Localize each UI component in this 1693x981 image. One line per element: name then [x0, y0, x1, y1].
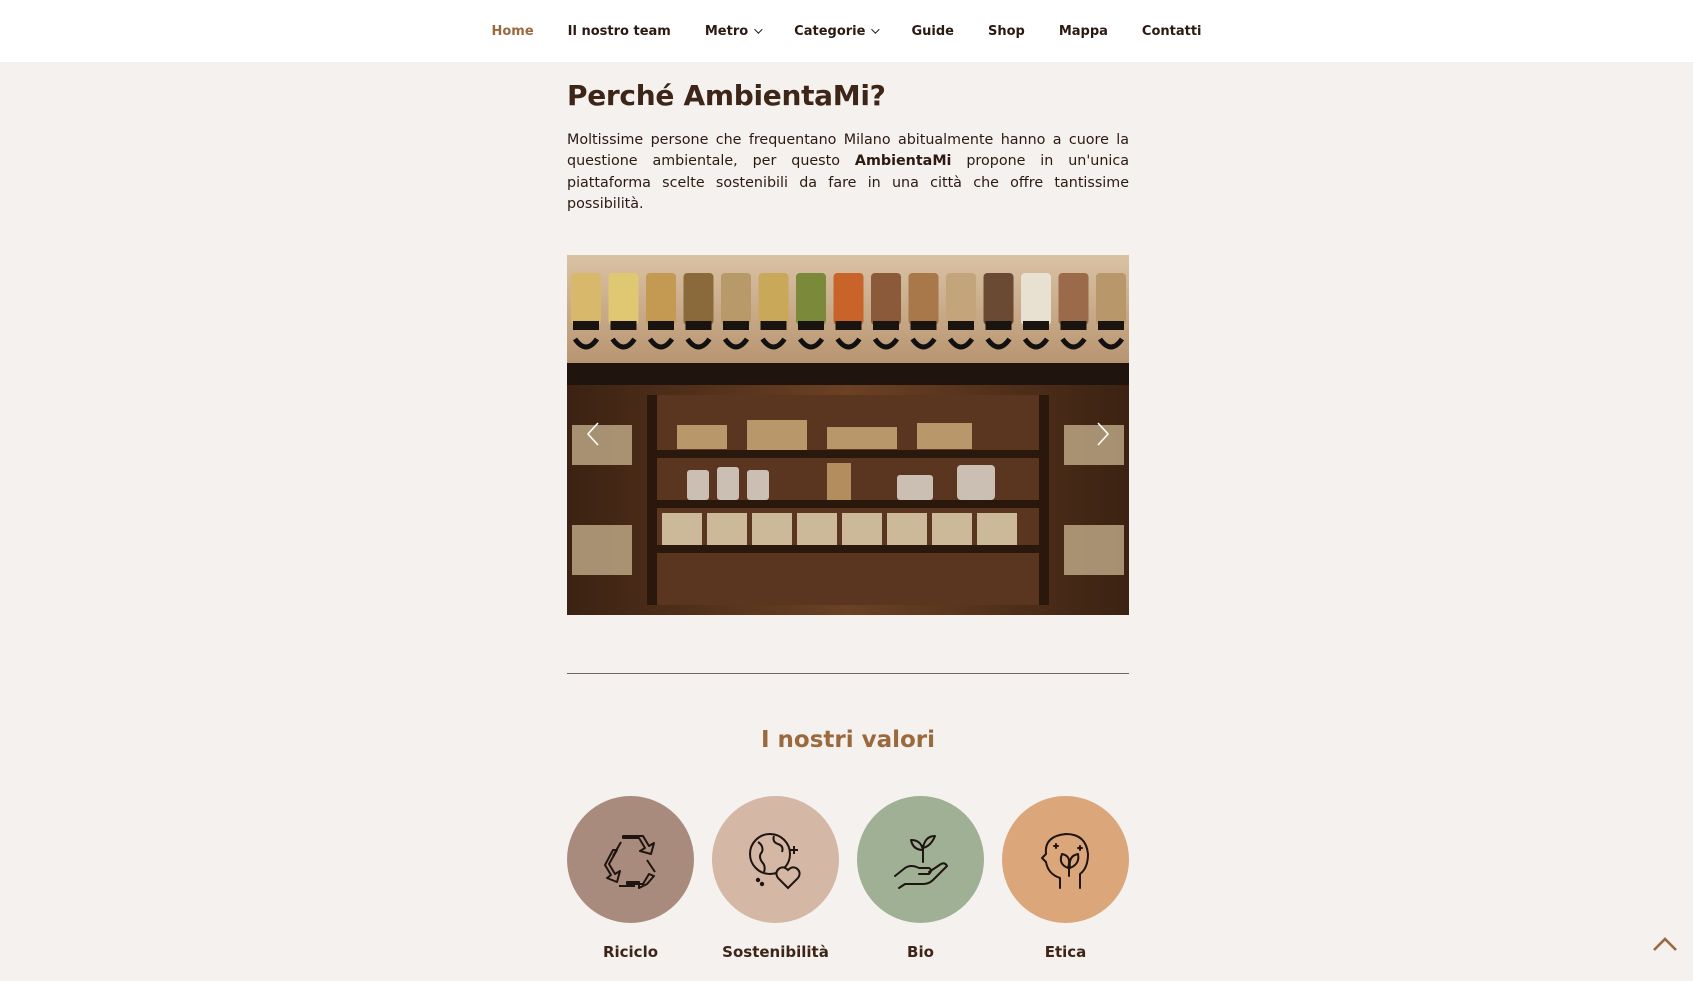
nav-item-home[interactable]: Home	[491, 24, 533, 39]
intro-paragraph: Moltissime persone che frequentano Milan…	[567, 130, 1129, 216]
value-circle	[567, 796, 694, 923]
value-etica: Etica	[1002, 796, 1129, 961]
nav-item-mappa[interactable]: Mappa	[1059, 24, 1108, 39]
chevron-right-icon[interactable]	[1087, 419, 1117, 449]
value-label: Sostenibilità	[722, 943, 829, 961]
value-circle	[712, 796, 839, 923]
nav-item-contatti[interactable]: Contatti	[1142, 24, 1202, 39]
nav-item-label: Il nostro team	[567, 23, 671, 39]
scroll-to-top-chevron-icon[interactable]	[1652, 935, 1678, 953]
nav-menu: Home Il nostro team Metro Categorie Guid…	[474, 0, 1218, 62]
value-sostenibilita: Sostenibilità	[712, 796, 839, 961]
nav-item-label: Shop	[987, 23, 1025, 39]
nav-item-label: Contatti	[1141, 23, 1202, 39]
nav-item-label: Guide	[911, 23, 954, 39]
nav-item-metro[interactable]: Metro	[704, 23, 763, 39]
recycle-icon	[603, 834, 656, 889]
value-riciclo: Riciclo	[567, 796, 694, 961]
value-bio: Bio	[857, 796, 984, 961]
value-label: Riciclo	[602, 943, 659, 961]
bulk-store-image	[567, 255, 1129, 615]
head-leaf-icon	[1040, 832, 1089, 889]
nav-item-label: Categorie	[794, 23, 866, 39]
image-carousel[interactable]	[567, 255, 1129, 615]
value-label: Etica	[1044, 943, 1087, 961]
intro-brand: AmbientaMi	[854, 153, 952, 170]
nav-item-shop[interactable]: Shop	[988, 24, 1025, 39]
top-navbar: Home Il nostro team Metro Categorie Guid…	[0, 0, 1693, 62]
value-circle	[857, 796, 984, 923]
section-divider	[567, 673, 1129, 674]
chevron-down-icon	[871, 25, 881, 34]
value-label: Bio	[907, 943, 934, 961]
chevron-down-icon	[754, 25, 763, 34]
plant-hand-icon	[893, 834, 948, 889]
values-title: I nostri valori	[760, 727, 936, 753]
earth-heart-icon	[748, 832, 801, 889]
value-circle	[1002, 796, 1129, 923]
page-title: Perché AmbientaMi?	[567, 79, 886, 112]
values-list: Riciclo Sostenibilità Bio Etica	[567, 796, 1129, 961]
nav-item-label: Mappa	[1058, 23, 1108, 39]
nav-item-guide[interactable]: Guide	[911, 24, 954, 39]
nav-item-categorie[interactable]: Categorie	[794, 23, 881, 39]
intro-section: Perché AmbientaMi? Moltissime persone ch…	[567, 62, 1129, 216]
chevron-left-icon[interactable]	[579, 419, 609, 449]
nav-item-label: Home	[491, 23, 534, 39]
nav-item-team[interactable]: Il nostro team	[568, 24, 671, 39]
nav-item-label: Metro	[704, 23, 749, 39]
